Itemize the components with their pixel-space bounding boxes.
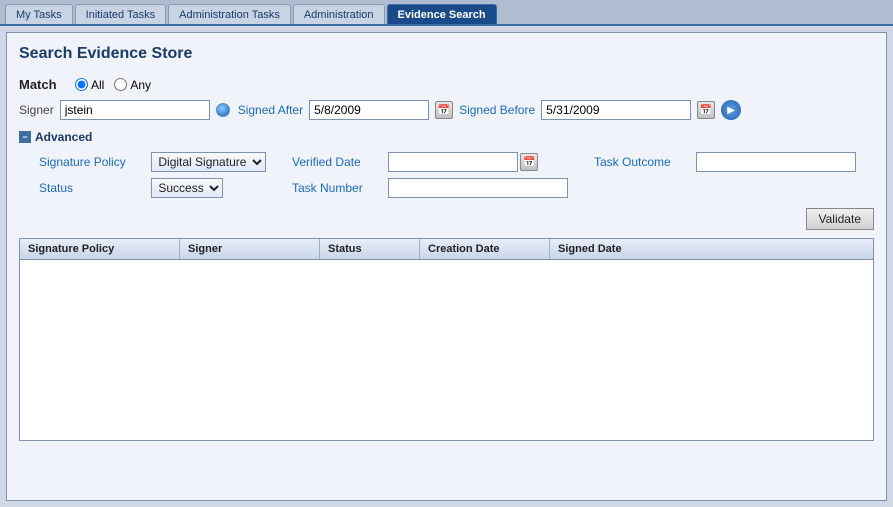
status-field: Success Failure Pending (151, 178, 284, 198)
match-all-option[interactable]: All (75, 78, 104, 92)
signature-policy-field: Digital Signature Other (151, 152, 284, 172)
tab-evidence-search[interactable]: Evidence Search (387, 4, 497, 24)
verified-date-input[interactable] (388, 152, 518, 172)
tab-administration[interactable]: Administration (293, 4, 385, 24)
col-status: Status (320, 239, 420, 259)
verified-date-calendar-icon[interactable]: 📅 (520, 153, 538, 171)
advanced-grid: Signature Policy Digital Signature Other… (39, 152, 874, 198)
signature-policy-select[interactable]: Digital Signature Other (151, 152, 266, 172)
results-section: Validate Signature Policy Signer Status … (19, 208, 874, 441)
table-body (20, 260, 873, 440)
task-number-input[interactable] (388, 178, 568, 198)
task-outcome-input[interactable] (696, 152, 856, 172)
advanced-label: Advanced (35, 130, 92, 144)
advanced-expand-icon[interactable]: − (19, 131, 31, 143)
match-all-label: All (91, 78, 104, 92)
advanced-section: − Advanced Signature Policy Digital Sign… (19, 130, 874, 198)
search-play-icon[interactable]: ▶ (721, 100, 741, 120)
verified-date-label: Verified Date (292, 155, 380, 169)
tab-initiated-tasks[interactable]: Initiated Tasks (75, 4, 167, 24)
match-radio-group: All Any (75, 78, 151, 92)
col-signer: Signer (180, 239, 320, 259)
validate-button[interactable]: Validate (806, 208, 874, 230)
tab-administration-tasks[interactable]: Administration Tasks (168, 4, 291, 24)
match-any-option[interactable]: Any (114, 78, 151, 92)
col-signed-date: Signed Date (550, 239, 670, 259)
match-any-label: Any (130, 78, 151, 92)
signer-row: Signer Signed After 📅 Signed Before 📅 ▶ (19, 100, 874, 120)
signed-before-input[interactable] (541, 100, 691, 120)
validate-row: Validate (19, 208, 874, 230)
signed-after-label: Signed After (238, 103, 303, 117)
signer-dot-icon (216, 103, 230, 117)
signed-before-calendar-icon[interactable]: 📅 (697, 101, 715, 119)
table-header: Signature Policy Signer Status Creation … (20, 239, 873, 260)
task-number-label: Task Number (292, 181, 380, 195)
verified-date-field: 📅 (388, 152, 586, 172)
task-outcome-label: Task Outcome (594, 155, 688, 169)
signer-label: Signer (19, 103, 54, 117)
match-row: Match All Any (19, 77, 874, 92)
status-label: Status (39, 181, 143, 195)
tab-bar: My Tasks Initiated Tasks Administration … (0, 0, 893, 26)
advanced-header[interactable]: − Advanced (19, 130, 874, 144)
results-table: Signature Policy Signer Status Creation … (19, 238, 874, 441)
page-title: Search Evidence Store (19, 45, 874, 63)
signed-after-input[interactable] (309, 100, 429, 120)
tab-my-tasks[interactable]: My Tasks (5, 4, 73, 24)
col-signature-policy: Signature Policy (20, 239, 180, 259)
match-any-radio[interactable] (114, 78, 127, 91)
match-label: Match (19, 77, 69, 92)
col-creation-date: Creation Date (420, 239, 550, 259)
signed-before-label: Signed Before (459, 103, 535, 117)
match-all-radio[interactable] (75, 78, 88, 91)
status-select[interactable]: Success Failure Pending (151, 178, 223, 198)
signer-input[interactable] (60, 100, 210, 120)
signature-policy-label: Signature Policy (39, 155, 143, 169)
main-content: Search Evidence Store Match All Any Sign… (6, 32, 887, 501)
signed-after-calendar-icon[interactable]: 📅 (435, 101, 453, 119)
